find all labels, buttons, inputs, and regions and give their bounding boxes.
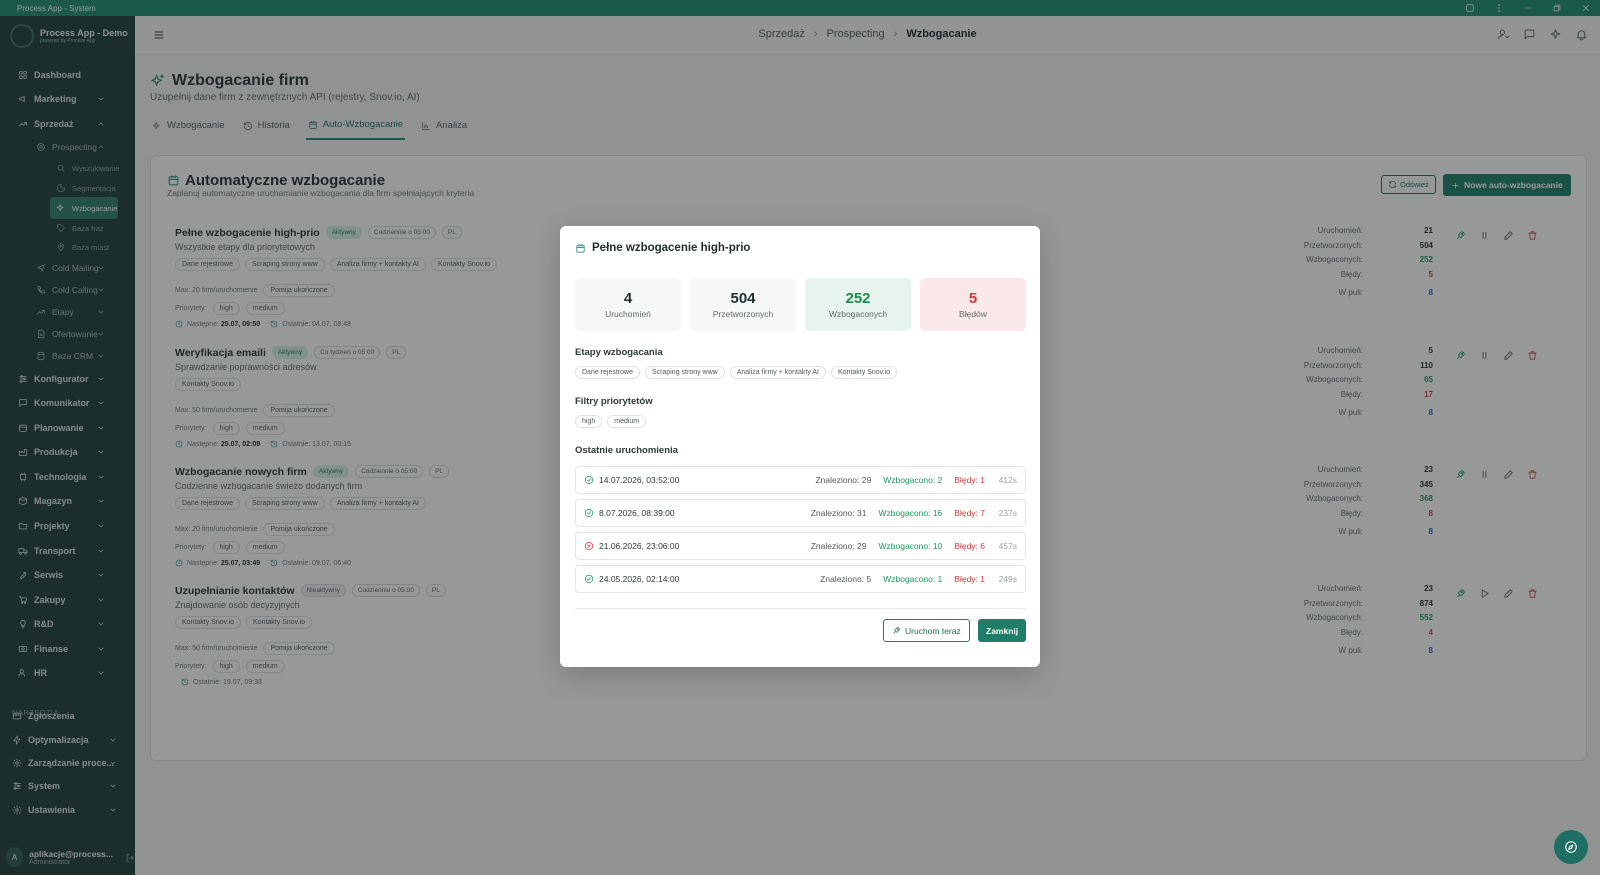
modal-title: Pełne wzbogacenie high-prio <box>575 242 750 254</box>
job-details-modal: Pełne wzbogacenie high-prio 4 Uruchomień … <box>560 226 1040 667</box>
kpi-enriched: 252 Wzbogaconych <box>805 278 911 331</box>
run-duration: 412s <box>998 475 1017 485</box>
modal-title-text: Pełne wzbogacenie high-prio <box>592 242 751 254</box>
kpi-value: 252 <box>845 290 871 307</box>
run-errors: Błędy: 7 <box>954 508 985 518</box>
kpi-runs: 4 Uruchomień <box>575 278 681 331</box>
run-enriched: Wzbogacono: 2 <box>883 475 943 485</box>
kpi-label: Wzbogaconych <box>828 309 888 319</box>
run-enriched: Wzbogacono: 16 <box>878 508 943 518</box>
run-enriched: Wzbogacono: 1 <box>883 574 943 584</box>
run-row[interactable]: 8.07.2026, 08:39:00 Znaleziono: 31 Wzboga… <box>575 499 1026 527</box>
run-date: 8.07.2026, 08:39:00 <box>599 508 675 518</box>
recent-runs-heading: Ostatnie uruchomienia <box>575 445 678 456</box>
kpi-value: 4 <box>623 290 633 307</box>
error-circle-icon <box>584 541 594 551</box>
divider <box>575 608 1026 609</box>
step-chip: Analiza firmy + kontakty AI <box>729 366 827 379</box>
run-errors: Błędy: 6 <box>954 541 985 551</box>
kpi-processed: 504 Przetworzonych <box>690 278 796 331</box>
check-circle-icon <box>584 475 594 485</box>
run-date: 21.06.2026, 23:06:00 <box>599 541 680 551</box>
check-circle-icon <box>584 574 594 584</box>
rocket-icon <box>892 626 901 635</box>
run-found: Znaleziono: 31 <box>810 508 867 518</box>
compass-icon <box>1564 840 1578 854</box>
run-duration: 249s <box>998 574 1017 584</box>
run-found: Znaleziono: 29 <box>810 541 867 551</box>
run-errors: Błędy: 1 <box>954 475 985 485</box>
run-date: 24.05.2026, 02:14:00 <box>599 574 680 584</box>
run-now-label: Uruchom teraz <box>905 625 961 636</box>
compass-fab-button[interactable] <box>1554 830 1588 864</box>
run-row[interactable]: 14.07.2026, 03:52:00 Znaleziono: 29 Wzbog… <box>575 466 1026 494</box>
run-enriched: Wzbogacono: 10 <box>878 541 943 551</box>
run-now-button[interactable]: Uruchom teraz <box>883 619 970 642</box>
step-chip: Scraping strony www <box>644 366 725 379</box>
check-circle-icon <box>584 508 594 518</box>
close-button[interactable]: Zamknij <box>978 619 1027 642</box>
run-found: Znaleziono: 5 <box>820 574 872 584</box>
kpi-label: Przetworzonych <box>712 309 774 319</box>
priority-chip: medium <box>607 415 647 428</box>
run-errors: Błędy: 1 <box>954 574 985 584</box>
priorities-heading: Filtry priorytetów <box>575 396 653 407</box>
kpi-value: 5 <box>968 290 978 307</box>
kpi-label: Uruchomień <box>605 309 651 319</box>
run-date: 14.07.2026, 03:52:00 <box>599 475 680 485</box>
run-duration: 237s <box>998 508 1017 518</box>
kpi-value: 504 <box>730 290 756 307</box>
kpi-errors: 5 Błędów <box>920 278 1026 331</box>
kpi-label: Błędów <box>959 309 987 319</box>
steps-heading: Etapy wzbogacania <box>575 347 663 358</box>
step-chip: Kontakty Snov.io <box>831 366 898 379</box>
run-found: Znaleziono: 29 <box>815 475 872 485</box>
step-chip: Dane rejestrowe <box>575 366 640 379</box>
calendar-icon <box>575 243 586 254</box>
priority-chip: high <box>575 415 603 428</box>
run-row[interactable]: 24.05.2026, 02:14:00 Znaleziono: 5 Wzboga… <box>575 565 1026 593</box>
run-row[interactable]: 21.06.2026, 23:06:00 Znaleziono: 29 Wzbog… <box>575 532 1026 560</box>
run-duration: 457s <box>998 541 1017 551</box>
